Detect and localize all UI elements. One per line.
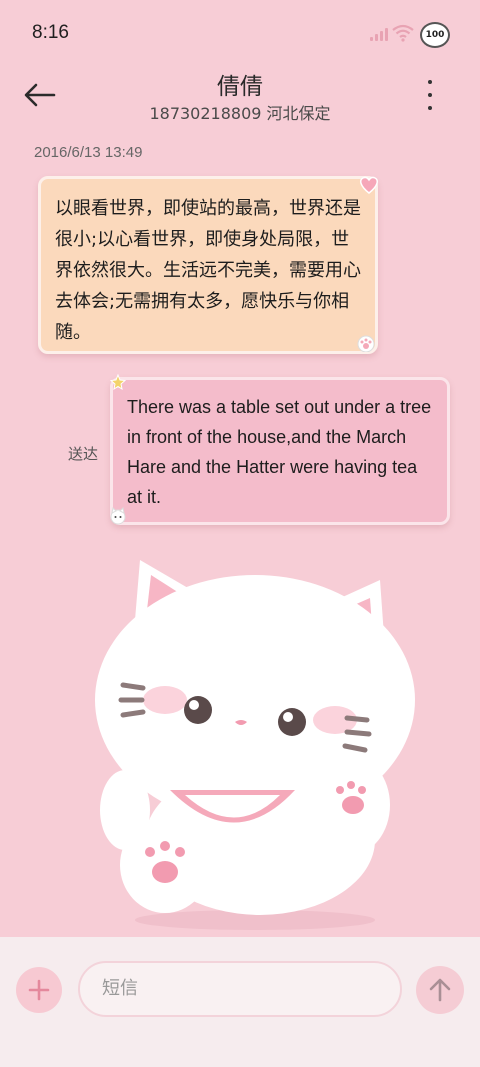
signal-icon — [370, 28, 388, 41]
cat-illustration — [95, 560, 415, 930]
more-vert-icon[interactable] — [420, 80, 440, 110]
outgoing-message-bubble[interactable]: There was a table set out under a tree i… — [110, 377, 450, 525]
send-arrow-icon[interactable] — [416, 966, 464, 1014]
plus-icon[interactable] — [16, 967, 62, 1013]
heart-sticker-icon — [360, 176, 378, 194]
message-timestamp: 2016/6/13 13:49 — [34, 144, 143, 161]
battery-icon: 100 — [420, 22, 450, 48]
incoming-message-text: 以眼看世界，即使站的最高，世界还是很小;以心看世界，即使身处局限，世界依然很大。… — [55, 198, 361, 343]
incoming-message-bubble[interactable]: 以眼看世界，即使站的最高，世界还是很小;以心看世界，即使身处局限，世界依然很大。… — [38, 176, 378, 354]
star-sticker-icon — [110, 374, 126, 390]
delivery-status: 送达 — [68, 445, 99, 463]
messages-screen: 8:16 100 倩倩 18730218809 河北保定 2016/6/13 1… — [0, 0, 480, 1067]
wifi-icon — [392, 24, 414, 42]
kitten-sticker-icon — [110, 506, 126, 525]
status-bar: 8:16 100 — [0, 0, 480, 68]
message-input[interactable]: 短信 — [78, 961, 402, 1017]
contact-info: 18730218809 河北保定 — [149, 104, 331, 123]
status-time: 8:16 — [32, 22, 69, 43]
paw-sticker-icon — [357, 335, 375, 352]
outgoing-message-text: There was a table set out under a tree i… — [127, 397, 432, 507]
contact-name: 倩倩 — [217, 74, 263, 100]
